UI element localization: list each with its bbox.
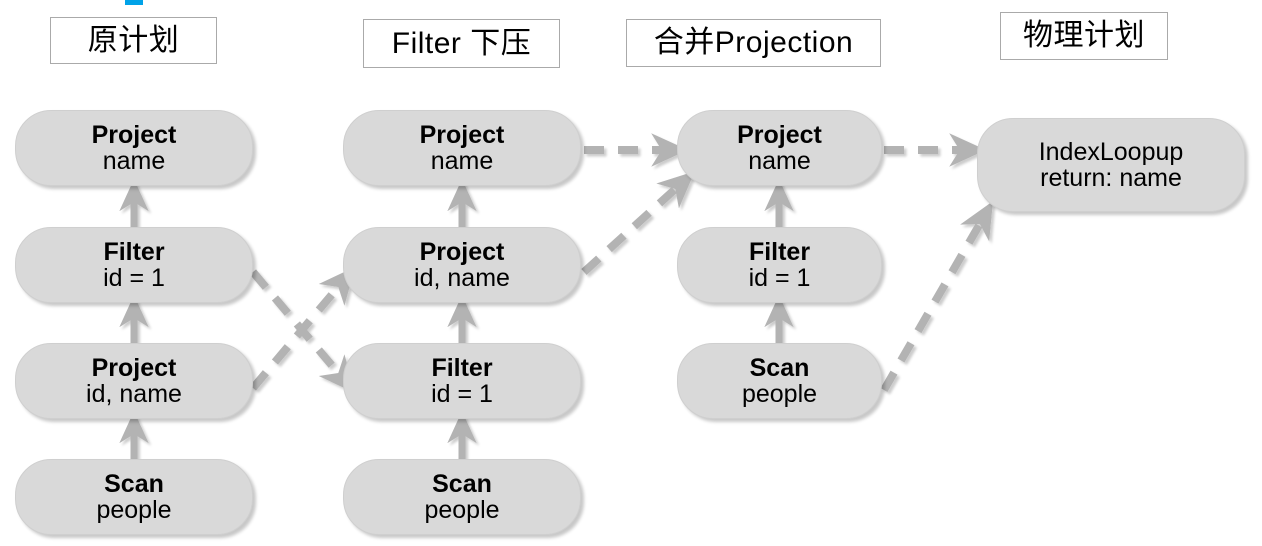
plan-node-title: Project xyxy=(91,353,177,382)
plan-node-c1-1[interactable]: Filter id = 1 xyxy=(15,227,253,303)
plan-node-c1-3[interactable]: Scan people xyxy=(15,459,253,535)
plan-node-sub: id = 1 xyxy=(103,264,165,292)
edge-c2-project-idname-to-c3-project xyxy=(581,171,695,275)
plan-node-sub: id, name xyxy=(86,380,182,408)
plan-node-c2-3[interactable]: Scan people xyxy=(343,459,581,535)
plan-node-sub: people xyxy=(96,496,172,524)
plan-node-title: Project xyxy=(91,120,177,149)
plan-node-sub: id = 1 xyxy=(748,264,811,292)
plan-node-title: Filter xyxy=(748,237,811,266)
plan-node-title: Filter xyxy=(103,237,165,266)
plan-node-sub: name xyxy=(430,147,494,175)
plan-node-title: Project xyxy=(419,237,505,266)
diagram-canvas: 原计划 Filter 下压 合并Projection 物理计划 Project … xyxy=(0,0,1262,546)
plan-node-sub: name xyxy=(748,147,811,175)
plan-node-c2-1[interactable]: Project id, name xyxy=(343,227,581,303)
plan-node-title: Filter xyxy=(431,353,493,382)
plan-node-title: Scan xyxy=(104,469,164,498)
plan-node-sub: people xyxy=(741,380,818,408)
plan-node-c1-0[interactable]: Project name xyxy=(15,110,253,186)
plan-node-c3-2[interactable]: Scan people xyxy=(677,343,882,419)
plan-node-sub: id, name xyxy=(414,264,510,292)
plan-node-title: Project xyxy=(419,120,505,149)
plan-node-sub: id = 1 xyxy=(431,380,493,408)
edge-c3-scan-to-indexloopup xyxy=(880,201,993,392)
plan-node-c1-2[interactable]: Project id, name xyxy=(15,343,253,419)
plan-node-c3-0[interactable]: Project name xyxy=(677,110,882,186)
plan-node-title: IndexLoopup xyxy=(1038,137,1184,166)
edge-c1-project-to-c2-project xyxy=(249,266,356,391)
plan-node-c2-0[interactable]: Project name xyxy=(343,110,581,186)
plan-node-c3-1[interactable]: Filter id = 1 xyxy=(677,227,882,303)
plan-node-sub: people xyxy=(424,496,500,524)
plan-node-sub: name xyxy=(102,147,166,175)
plan-node-title: Scan xyxy=(749,353,810,382)
plan-node-sub: return: name xyxy=(1040,164,1182,192)
plan-node-c4-0[interactable]: IndexLoopup return: name xyxy=(977,118,1245,212)
plan-node-title: Project xyxy=(737,120,822,149)
plan-node-title: Scan xyxy=(432,469,492,498)
plan-node-c2-2[interactable]: Filter id = 1 xyxy=(343,343,581,419)
edge-c1-filter-to-c2-filter xyxy=(249,269,356,394)
